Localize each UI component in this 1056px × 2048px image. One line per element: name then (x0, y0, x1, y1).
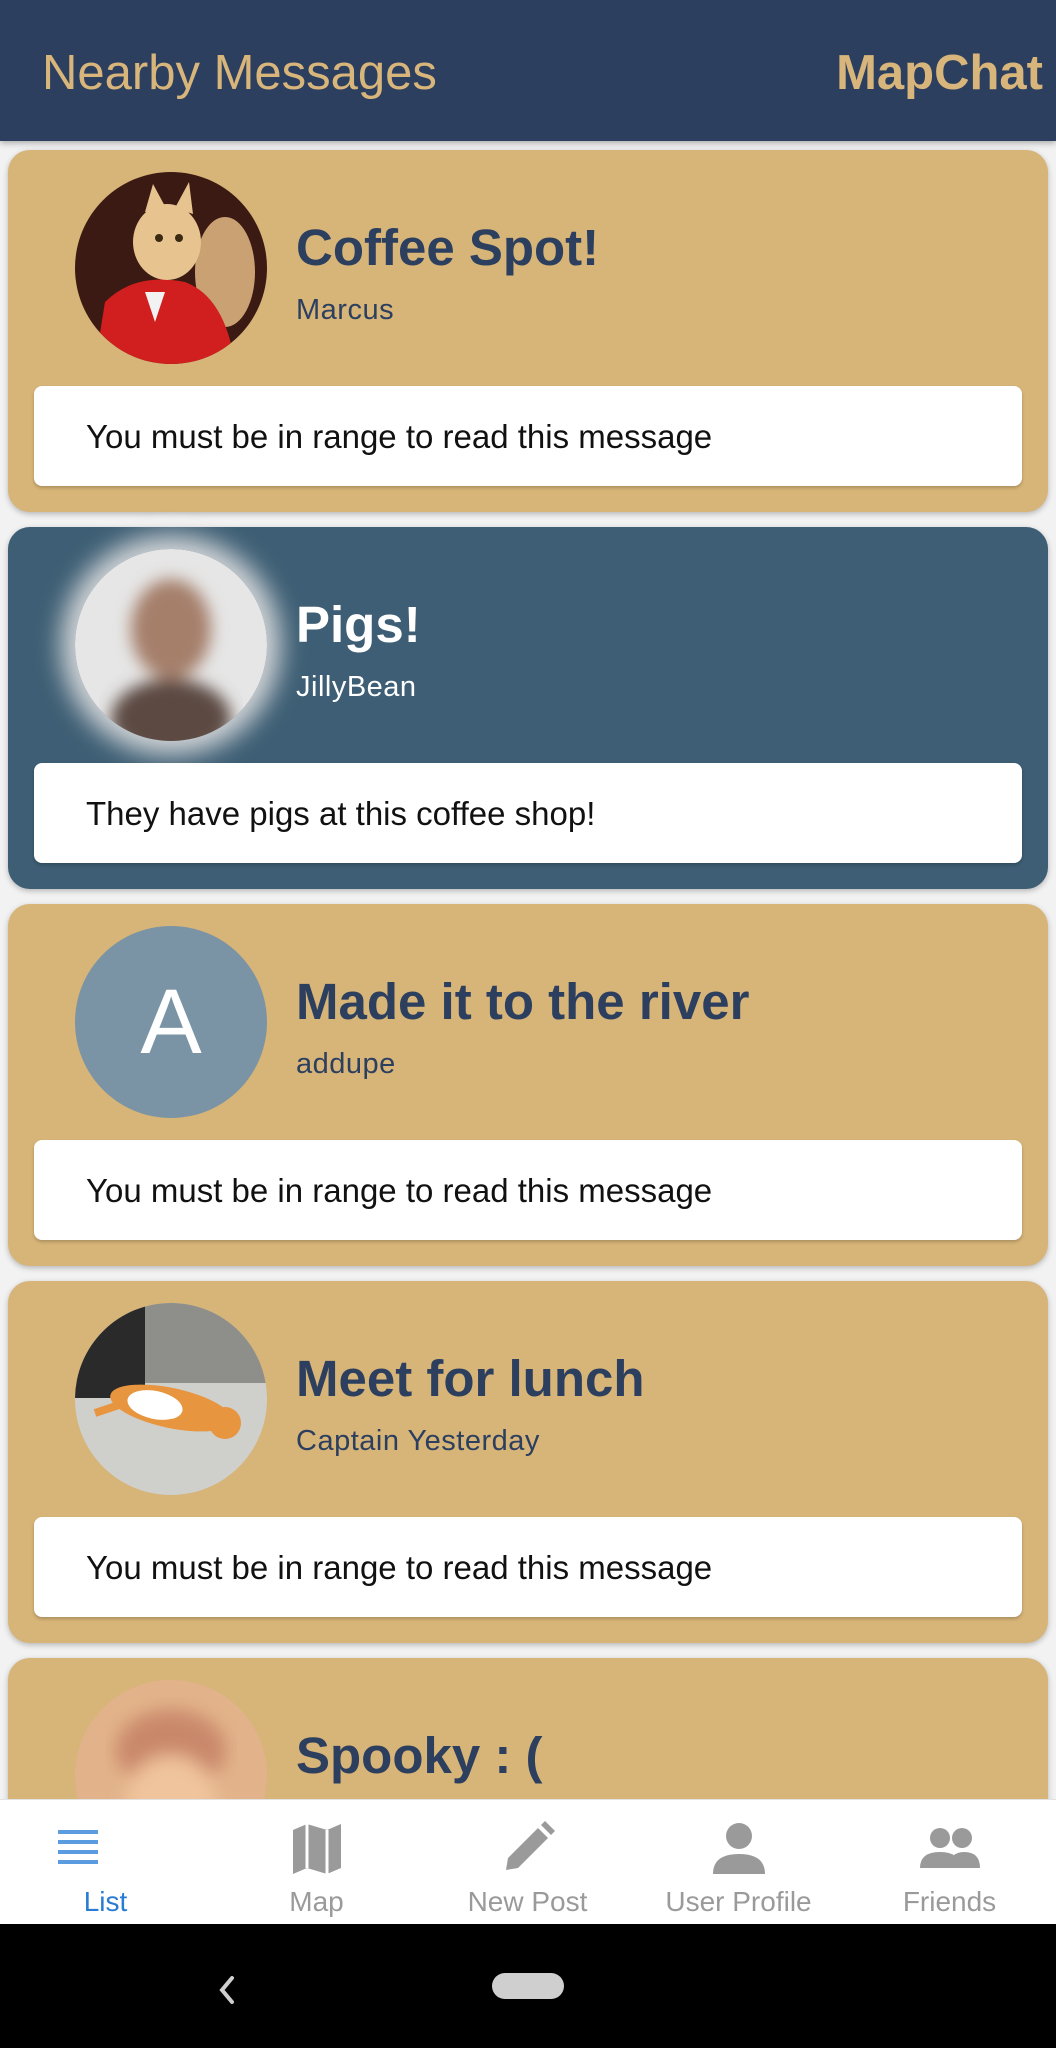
message-title: Coffee Spot! (296, 219, 600, 276)
message-title: Made it to the river (296, 973, 750, 1030)
avatar-letter: A (140, 971, 202, 1073)
nav-label-map: Map (289, 1886, 344, 1917)
message-title: Spooky : ( (296, 1727, 543, 1784)
bottom-navigation: List Map New Post User Profile Friends (0, 1799, 1056, 1925)
nav-item-map[interactable]: Map (211, 1800, 422, 1925)
message-body: You must be in range to read this messag… (34, 386, 1022, 486)
people-icon (918, 1816, 982, 1880)
nav-item-new-post[interactable]: New Post (422, 1800, 633, 1925)
person-icon (707, 1816, 771, 1880)
blurred-person-avatar (75, 549, 267, 741)
message-body: You must be in range to read this messag… (34, 1517, 1022, 1617)
message-body-text: You must be in range to read this messag… (86, 1172, 713, 1209)
message-body: You must be in range to read this messag… (34, 1140, 1022, 1240)
system-navigation-bar (0, 1924, 1056, 2048)
blurred-face-avatar (75, 1680, 267, 1799)
nav-label-friends: Friends (902, 1886, 997, 1917)
page-title: Nearby Messages (42, 46, 437, 100)
nav-item-friends[interactable]: Friends (844, 1800, 1055, 1925)
message-author: addupe (296, 1048, 396, 1080)
cat-in-red-jacket-avatar (75, 172, 267, 364)
message-body-text: They have pigs at this coffee shop! (86, 795, 596, 832)
app-brand: MapChat (836, 46, 1043, 100)
message-title: Pigs! (296, 596, 421, 653)
letter-avatar: A (75, 926, 267, 1118)
message-card-active[interactable]: Pigs! JillyBean They have pigs at this c… (8, 527, 1048, 889)
pencil-icon (496, 1816, 560, 1880)
sleeping-cat-avatar (75, 1303, 267, 1495)
message-body-text: You must be in range to read this messag… (86, 1549, 713, 1586)
message-author: JillyBean (296, 671, 417, 703)
message-title: Meet for lunch (296, 1350, 645, 1407)
nav-item-user-profile[interactable]: User Profile (633, 1800, 844, 1925)
message-card[interactable]: Coffee Spot! Marcus You must be in range… (8, 150, 1048, 512)
map-icon (285, 1816, 349, 1880)
app-bar: Nearby Messages MapChat (0, 0, 1056, 141)
message-body-text: You must be in range to read this messag… (86, 418, 713, 455)
message-body: They have pigs at this coffee shop! (34, 763, 1022, 863)
nav-item-list[interactable]: List (0, 1800, 211, 1925)
message-card[interactable]: Meet for lunch Captain Yesterday You mus… (8, 1281, 1048, 1643)
message-card[interactable]: A Made it to the river addupe You must b… (8, 904, 1048, 1266)
list-icon (50, 1816, 114, 1880)
message-list[interactable]: Coffee Spot! Marcus You must be in range… (0, 141, 1056, 1799)
nav-label-list: List (83, 1886, 128, 1917)
message-author: Marcus (296, 294, 395, 326)
back-icon[interactable] (200, 1962, 256, 2018)
home-pill[interactable] (492, 1973, 564, 1999)
nav-label-new-post: New Post (467, 1886, 588, 1917)
message-card[interactable]: Spooky : ( (8, 1658, 1048, 1799)
message-author: Captain Yesterday (296, 1425, 540, 1457)
nav-label-user-profile: User Profile (665, 1886, 812, 1917)
